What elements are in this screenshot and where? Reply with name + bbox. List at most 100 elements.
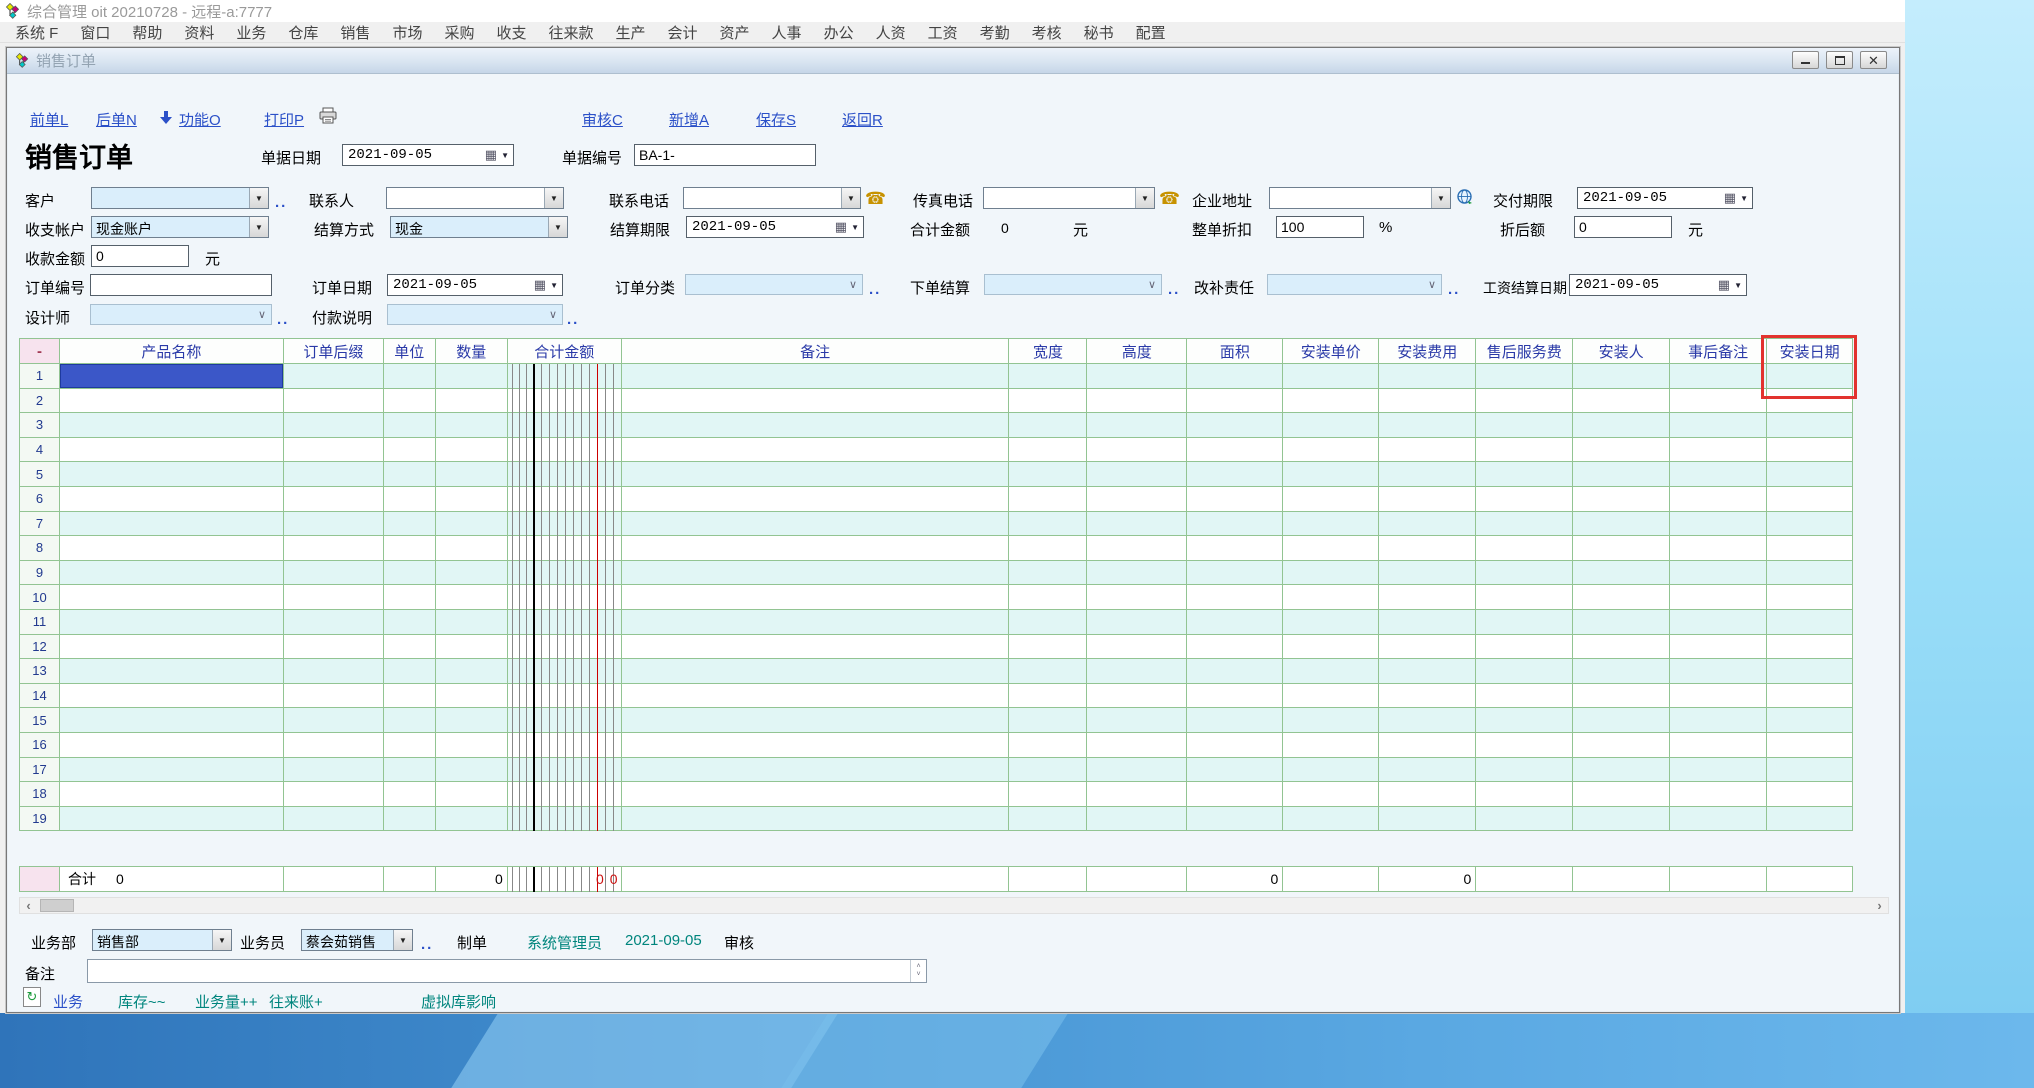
- cell[interactable]: [384, 438, 436, 463]
- phone-icon[interactable]: ☎: [865, 189, 886, 209]
- menu-item[interactable]: 人资: [865, 22, 917, 43]
- cell[interactable]: [1476, 758, 1573, 783]
- cell[interactable]: [508, 536, 622, 561]
- cell[interactable]: [1283, 635, 1379, 660]
- salesman-lookup-button[interactable]: ..: [421, 936, 433, 953]
- cell[interactable]: [622, 708, 1010, 733]
- cell[interactable]: [1283, 438, 1379, 463]
- cell[interactable]: [1087, 389, 1187, 414]
- cell[interactable]: [1087, 708, 1187, 733]
- cell[interactable]: [1009, 389, 1087, 414]
- cell[interactable]: [1283, 561, 1379, 586]
- cell[interactable]: [622, 585, 1010, 610]
- footer-link[interactable]: 往来账+: [269, 991, 323, 1012]
- cell[interactable]: [1573, 364, 1670, 389]
- cell[interactable]: [1187, 610, 1283, 635]
- cell[interactable]: [1009, 536, 1087, 561]
- cell[interactable]: [60, 708, 284, 733]
- cell[interactable]: [60, 758, 284, 783]
- cell[interactable]: [284, 708, 384, 733]
- cell[interactable]: [1379, 684, 1476, 709]
- cell[interactable]: [384, 708, 436, 733]
- cell[interactable]: [1670, 807, 1767, 832]
- cell[interactable]: [1187, 659, 1283, 684]
- cell[interactable]: [1283, 807, 1379, 832]
- cell[interactable]: [436, 462, 508, 487]
- cell[interactable]: [1573, 684, 1670, 709]
- cell[interactable]: [1009, 610, 1087, 635]
- cell[interactable]: [60, 684, 284, 709]
- cell[interactable]: [1009, 659, 1087, 684]
- cell[interactable]: [508, 438, 622, 463]
- cell[interactable]: [1283, 487, 1379, 512]
- cell[interactable]: [1009, 585, 1087, 610]
- menu-item[interactable]: 会计: [657, 22, 709, 43]
- cell[interactable]: [1476, 364, 1573, 389]
- cell[interactable]: [508, 487, 622, 512]
- cell[interactable]: [1009, 782, 1087, 807]
- cell[interactable]: [1087, 733, 1187, 758]
- cell[interactable]: [622, 462, 1010, 487]
- cell[interactable]: [1379, 536, 1476, 561]
- cell[interactable]: [1573, 462, 1670, 487]
- cell[interactable]: [284, 438, 384, 463]
- cell[interactable]: [1670, 438, 1767, 463]
- cell[interactable]: [384, 462, 436, 487]
- menu-item[interactable]: 资产: [709, 22, 761, 43]
- cell[interactable]: [1670, 708, 1767, 733]
- cell[interactable]: [1670, 413, 1767, 438]
- cell[interactable]: [60, 659, 284, 684]
- cell[interactable]: [384, 413, 436, 438]
- cell[interactable]: [1087, 635, 1187, 660]
- phone-icon[interactable]: ☎: [1159, 189, 1180, 209]
- cell[interactable]: [436, 364, 508, 389]
- cell[interactable]: [1573, 536, 1670, 561]
- menu-item[interactable]: 仓库: [277, 22, 329, 43]
- cell[interactable]: [508, 635, 622, 660]
- cell[interactable]: [1009, 684, 1087, 709]
- cell[interactable]: [1670, 782, 1767, 807]
- phone-combo[interactable]: ▼: [683, 187, 861, 209]
- settle-method-combo[interactable]: 现金▼: [390, 216, 568, 238]
- cell[interactable]: [284, 462, 384, 487]
- cell[interactable]: [508, 782, 622, 807]
- table-row[interactable]: 6: [20, 487, 1853, 512]
- footer-link[interactable]: 业务量++: [195, 991, 258, 1012]
- cell[interactable]: [60, 561, 284, 586]
- cell[interactable]: [60, 512, 284, 537]
- order-settle-lookup-button[interactable]: ..: [1168, 281, 1180, 298]
- cell[interactable]: [1283, 364, 1379, 389]
- cell[interactable]: [1379, 462, 1476, 487]
- table-row[interactable]: 3: [20, 413, 1853, 438]
- column-header[interactable]: 安装日期: [1767, 339, 1853, 364]
- cell[interactable]: [284, 413, 384, 438]
- cell[interactable]: [284, 536, 384, 561]
- cell[interactable]: [508, 610, 622, 635]
- cell[interactable]: [60, 364, 284, 389]
- menu-item[interactable]: 往来款: [537, 22, 604, 43]
- column-header[interactable]: 备注: [622, 339, 1010, 364]
- cell[interactable]: [1670, 487, 1767, 512]
- cell[interactable]: [1476, 807, 1573, 832]
- cell[interactable]: [284, 585, 384, 610]
- cell[interactable]: [1670, 462, 1767, 487]
- cell[interactable]: [1283, 389, 1379, 414]
- cell[interactable]: [1767, 561, 1853, 586]
- menu-item[interactable]: 窗口: [69, 22, 121, 43]
- table-row[interactable]: 14: [20, 684, 1853, 709]
- column-header[interactable]: 高度: [1087, 339, 1187, 364]
- cell[interactable]: [1573, 708, 1670, 733]
- cell[interactable]: [508, 561, 622, 586]
- cell[interactable]: [60, 462, 284, 487]
- menu-item[interactable]: 市场: [381, 22, 433, 43]
- cell[interactable]: [1476, 635, 1573, 660]
- cell[interactable]: [622, 782, 1010, 807]
- cell[interactable]: [284, 807, 384, 832]
- cell[interactable]: [622, 512, 1010, 537]
- cell[interactable]: [60, 438, 284, 463]
- cell[interactable]: [1087, 487, 1187, 512]
- cell[interactable]: [384, 807, 436, 832]
- cell[interactable]: [284, 610, 384, 635]
- menu-item[interactable]: 人事: [761, 22, 813, 43]
- cell[interactable]: [1767, 807, 1853, 832]
